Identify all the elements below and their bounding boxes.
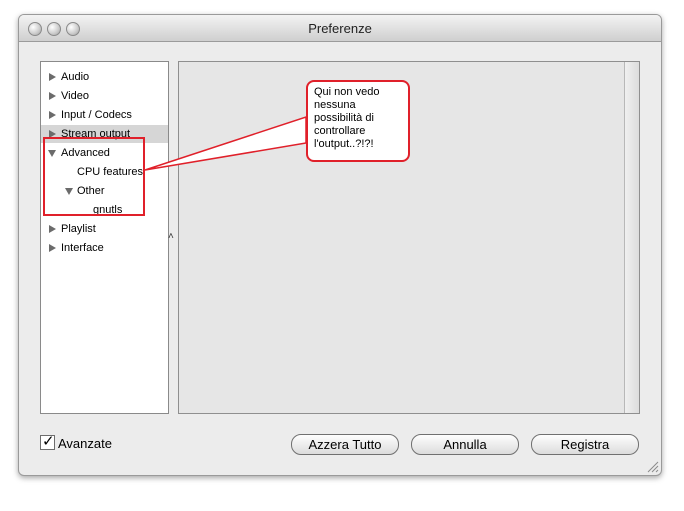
cancel-button[interactable]: Annulla — [411, 434, 519, 455]
disclosure-triangle-icon[interactable] — [49, 111, 56, 119]
tree-item-label: Input / Codecs — [61, 109, 132, 121]
tree-item-label: Video — [61, 90, 89, 102]
annotation-highlight-box — [43, 137, 145, 216]
advanced-checkbox[interactable] — [40, 432, 55, 450]
disclosure-triangle-icon[interactable] — [49, 73, 56, 81]
vertical-scrollbar[interactable] — [624, 62, 639, 413]
preferences-tree[interactable]: Audio Video Input / Codecs Stream output… — [40, 61, 169, 414]
tree-item-input-codecs[interactable]: Input / Codecs — [41, 106, 168, 124]
disclosure-triangle-icon[interactable] — [49, 225, 56, 233]
disclosure-triangle-icon[interactable] — [49, 244, 56, 252]
tree-item-label: Playlist — [61, 223, 96, 235]
reset-all-button[interactable]: Azzera Tutto — [291, 434, 399, 455]
tree-item-interface[interactable]: Interface — [41, 239, 168, 257]
resize-grip-icon[interactable] — [645, 459, 659, 473]
advanced-checkbox-label: Avanzate — [58, 436, 112, 451]
tree-item-label: Audio — [61, 71, 90, 83]
tree-item-label: Interface — [61, 242, 104, 254]
annotation-callout: Qui non vedo nessuna possibilità di cont… — [306, 80, 410, 162]
disclosure-triangle-icon[interactable] — [49, 92, 56, 100]
window-title: Preferenze — [308, 21, 372, 36]
splitter-handle-icon[interactable]: ˄ — [168, 231, 174, 242]
save-button[interactable]: Registra — [531, 434, 639, 455]
title-bar: Preferenze — [19, 15, 661, 42]
tree-item-playlist[interactable]: Playlist — [41, 220, 168, 238]
tree-item-audio[interactable]: Audio — [41, 68, 168, 86]
tree-item-video[interactable]: Video — [41, 87, 168, 105]
